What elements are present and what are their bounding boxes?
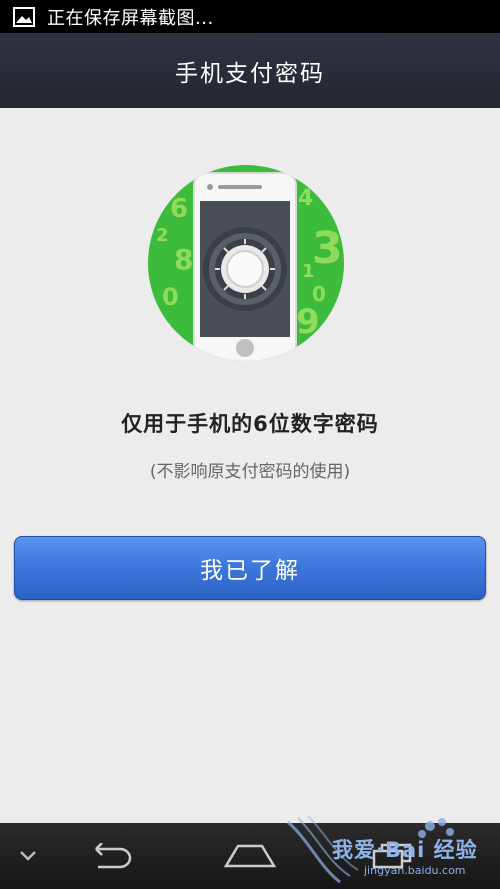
status-bar: 正在保存屏幕截图... [0, 0, 500, 33]
status-text: 正在保存屏幕截图... [47, 7, 214, 29]
svg-text:9: 9 [296, 302, 320, 342]
svg-text:4: 4 [298, 186, 313, 211]
recent-apps-icon[interactable] [352, 823, 432, 889]
subline: (不影响原支付密码的使用) [149, 462, 351, 482]
image-icon [13, 6, 35, 27]
home-icon[interactable] [210, 823, 290, 889]
svg-text:0: 0 [162, 283, 179, 311]
svg-text:1: 1 [302, 261, 315, 282]
phone-safe-lock-icon: 6 2 8 0 4 3 1 0 9 [148, 165, 344, 361]
headline: 仅用于手机的6位数字密码 [121, 412, 379, 436]
header: 手机支付密码 [0, 33, 500, 108]
chevron-down-icon[interactable] [0, 823, 56, 889]
navigation-bar [0, 823, 500, 889]
svg-text:6: 6 [170, 194, 188, 224]
svg-text:2: 2 [156, 225, 169, 246]
svg-text:8: 8 [174, 243, 193, 276]
acknowledge-button[interactable]: 我已了解 [14, 536, 486, 600]
svg-text:3: 3 [312, 223, 343, 274]
back-icon[interactable] [70, 823, 150, 889]
page-title: 手机支付密码 [175, 60, 325, 87]
